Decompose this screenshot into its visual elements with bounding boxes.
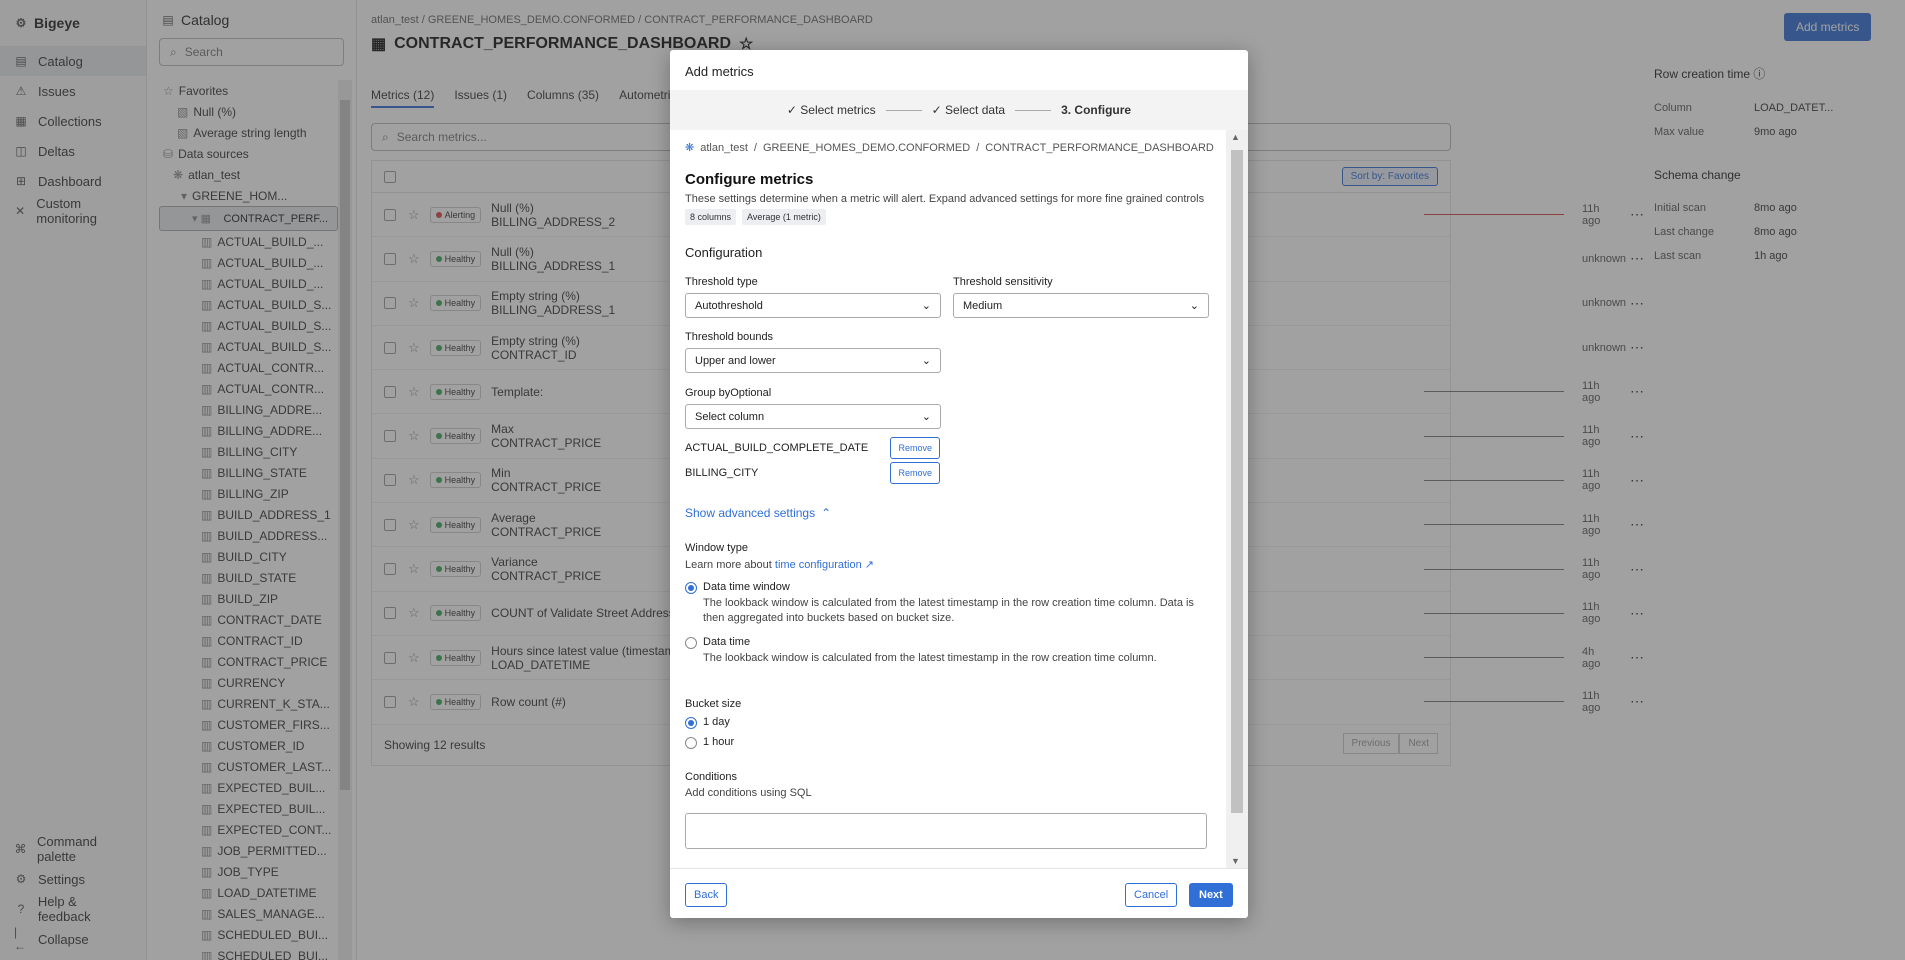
group-by-column: ACTUAL_BUILD_COMPLETE_DATE <box>685 442 869 454</box>
radio-content: Data time window The lookback window is c… <box>703 581 1211 626</box>
radio-button-selected[interactable] <box>685 582 697 594</box>
radio-label: 1 hour <box>703 736 735 748</box>
next-button[interactable]: Next <box>1189 883 1233 907</box>
chevron-down-icon: ⌄ <box>921 355 931 367</box>
cancel-button[interactable]: Cancel <box>1125 883 1178 907</box>
conditions-sql-input[interactable] <box>685 813 1207 849</box>
chevron-down-icon: ⌄ <box>921 411 931 423</box>
modal-title: Add metrics <box>685 64 754 79</box>
radio-button[interactable] <box>685 737 697 749</box>
group-by-select[interactable]: Select column ⌄ <box>685 404 941 429</box>
group-by-item: BILLING_CITY Remove <box>685 462 940 484</box>
configuration-section-title: Configuration <box>685 245 763 260</box>
add-metrics-modal: Add metrics ✓ Select metrics ✓ Select da… <box>670 50 1248 918</box>
radio-label: Data time window <box>703 581 790 593</box>
step-divider <box>885 109 922 111</box>
radio-bucket-1-hour[interactable]: 1 hour <box>685 736 1211 749</box>
threshold-type-field: Threshold type Autothreshold ⌄ <box>685 276 941 318</box>
group-by-label: Group byOptional <box>685 387 941 399</box>
modal-scrollbar[interactable]: ▲ ▼ <box>1226 130 1248 868</box>
bucket-size-label: Bucket size <box>685 698 742 710</box>
bounds-label: Threshold bounds <box>685 331 774 343</box>
radio-description: The lookback window is calculated from t… <box>703 652 1157 664</box>
radio-description: The lookback window is calculated from t… <box>703 597 1194 624</box>
breadcrumb-item: CONTRACT_PERFORMANCE_DASHBOARD <box>985 141 1214 154</box>
threshold-type-select[interactable]: Autothreshold ⌄ <box>685 293 941 318</box>
sensitivity-label: Threshold sensitivity <box>953 276 1053 288</box>
configure-description: These settings determine when a metric w… <box>685 193 1205 205</box>
sensitivity-value: Medium <box>963 299 1003 312</box>
radio-content: Data time The lookback window is calculat… <box>703 636 1157 666</box>
threshold-type-value: Autothreshold <box>695 299 763 312</box>
step-label: Select data <box>945 103 1006 117</box>
learn-more: Learn more about time configuration ↗ <box>685 558 1211 571</box>
sensitivity-select[interactable]: Medium ⌄ <box>953 293 1209 318</box>
breadcrumb-item: GREENE_HOMES_DEMO.CONFORMED <box>762 141 971 154</box>
radio-data-time-window[interactable]: Data time window The lookback window is c… <box>685 581 1211 626</box>
metrics-chip: Average (1 metric) <box>742 209 826 225</box>
radio-data-time[interactable]: Data time The lookback window is calculat… <box>685 636 1211 666</box>
modal-breadcrumb: ❋ atlan_test / GREENE_HOMES_DEMO.CONFORM… <box>685 141 1214 155</box>
stepper: ✓ Select metrics ✓ Select data 3. Config… <box>670 90 1248 130</box>
group-by-column: BILLING_CITY <box>685 467 759 479</box>
threshold-row: Threshold type Autothreshold ⌄ Threshold … <box>685 276 1211 318</box>
radio-button-selected[interactable] <box>685 717 697 729</box>
modal-scroll-thumb[interactable] <box>1231 150 1243 813</box>
datasource-icon: ❋ <box>685 142 695 154</box>
radio-button[interactable] <box>685 637 697 649</box>
bounds-value: Upper and lower <box>695 354 776 367</box>
remove-button[interactable]: Remove <box>890 437 940 459</box>
chevron-up-icon: ⌃ <box>821 506 832 520</box>
radio-label: 1 day <box>703 716 730 728</box>
remove-button[interactable]: Remove <box>890 462 940 484</box>
conditions-label: Conditions <box>685 771 737 783</box>
group-by-label-text: Group by <box>685 387 731 399</box>
group-by-field: Group byOptional Select column ⌄ <box>685 387 941 429</box>
scroll-up-icon[interactable]: ▲ <box>1231 132 1240 142</box>
modal-footer: Back Cancel Next <box>670 868 1248 918</box>
chevron-down-icon: ⌄ <box>1189 300 1199 312</box>
radio-bucket-1-day[interactable]: 1 day <box>685 716 1211 729</box>
columns-chip: 8 columns <box>685 209 737 225</box>
breadcrumb-item: atlan_test <box>700 141 748 154</box>
back-button[interactable]: Back <box>685 883 728 907</box>
step-label: Select metrics <box>800 103 876 117</box>
modal-body: ❋ atlan_test / GREENE_HOMES_DEMO.CONFORM… <box>670 130 1226 868</box>
bounds-select[interactable]: Upper and lower ⌄ <box>685 348 941 373</box>
advanced-settings-label: Show advanced settings <box>685 506 816 520</box>
configure-heading: Configure metrics <box>685 171 814 188</box>
selection-chips: 8 columns Average (1 metric) <box>685 209 1211 225</box>
group-by-item: ACTUAL_BUILD_COMPLETE_DATE Remove <box>685 437 940 459</box>
radio-label: Data time <box>703 636 751 648</box>
chevron-down-icon: ⌄ <box>921 300 931 312</box>
learn-more-text: Learn more about <box>685 559 772 571</box>
time-configuration-link[interactable]: time configuration <box>775 559 862 571</box>
scroll-down-icon[interactable]: ▼ <box>1231 856 1240 866</box>
step-configure: 3. Configure <box>1061 103 1132 117</box>
sensitivity-field: Threshold sensitivity Medium ⌄ <box>953 276 1209 318</box>
step-select-data[interactable]: ✓ Select data <box>932 103 1005 117</box>
advanced-settings-toggle[interactable]: Show advanced settings ⌃ <box>685 506 1211 520</box>
window-type-label: Window type <box>685 542 748 554</box>
external-link-icon: ↗ <box>864 559 875 571</box>
conditions-sub: Add conditions using SQL <box>685 787 812 799</box>
optional-label: Optional <box>730 387 772 399</box>
step-divider <box>1015 109 1052 111</box>
threshold-type-label: Threshold type <box>685 276 758 288</box>
step-select-metrics[interactable]: ✓ Select metrics <box>787 103 876 117</box>
group-by-placeholder: Select column <box>695 410 765 423</box>
bounds-field: Threshold bounds Upper and lower ⌄ <box>685 331 941 373</box>
